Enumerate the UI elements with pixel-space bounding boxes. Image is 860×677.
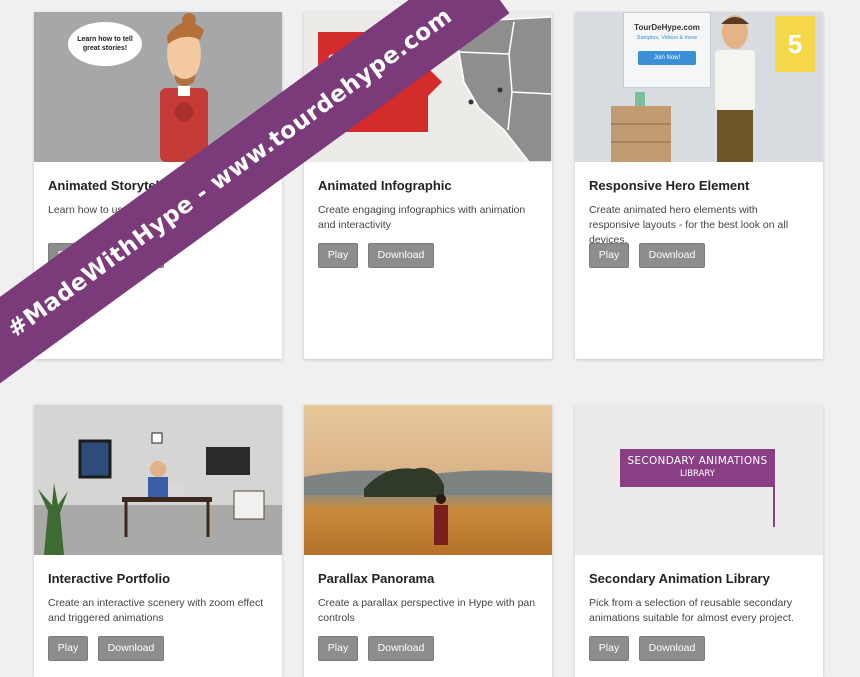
callout-arrow: [428, 68, 442, 96]
card-animated-storytelling: Learn how to tell great stories! Animate…: [34, 12, 282, 359]
card-title: Responsive Hero Element: [589, 178, 750, 193]
savanna-illustration: [304, 467, 552, 545]
thumbnail-animation-library[interactable]: SECONDARY ANIMATIONS LIBRARY: [575, 405, 823, 555]
thumbnail-portfolio[interactable]: [34, 405, 282, 555]
card-description: Create engaging infographics with animat…: [318, 204, 526, 231]
card-parallax-panorama: Parallax Panorama Create a parallax pers…: [304, 405, 552, 677]
card-responsive-hero: TourDeHype.com Samples, Videos & more Jo…: [575, 12, 823, 359]
thumbnail-storytelling[interactable]: Learn how to tell great stories!: [34, 12, 282, 162]
play-button[interactable]: Play: [48, 243, 88, 268]
thumbnail-panorama[interactable]: [304, 405, 552, 555]
download-button[interactable]: Download: [98, 636, 164, 661]
play-button[interactable]: Play: [48, 636, 88, 661]
download-button[interactable]: Download: [368, 636, 434, 661]
thumbnail-hero[interactable]: TourDeHype.com Samples, Videos & more Jo…: [575, 12, 823, 162]
download-button[interactable]: Download: [98, 243, 164, 268]
download-button[interactable]: Download: [639, 636, 705, 661]
card-animated-infographic: CLICK ONE OF THE STATE WITH ICON TO SEE …: [304, 12, 552, 359]
library-label-stem: [773, 487, 775, 527]
library-label: SECONDARY ANIMATIONS LIBRARY: [620, 449, 775, 487]
card-interactive-portfolio: Interactive Portfolio Create an interact…: [34, 405, 282, 677]
play-button[interactable]: Play: [589, 636, 629, 661]
play-button[interactable]: Play: [318, 636, 358, 661]
download-button[interactable]: Download: [368, 243, 434, 268]
state-callout: CLICK ONE OF THE STATE WITH ICON TO SEE …: [318, 32, 428, 132]
thumbnail-infographic[interactable]: CLICK ONE OF THE STATE WITH ICON TO SEE …: [304, 12, 552, 162]
office-illustration: [34, 432, 282, 555]
card-title: Secondary Animation Library: [589, 571, 770, 586]
card-description: Pick from a selection of reusable second…: [589, 597, 794, 624]
card-description: Create an interactive scenery with zoom …: [48, 597, 264, 624]
hero-illustration: [611, 15, 755, 162]
play-button[interactable]: Play: [318, 243, 358, 268]
card-secondary-animation-library: SECONDARY ANIMATIONS LIBRARY Secondary A…: [575, 405, 823, 677]
card-description: Create animated hero elements with respo…: [589, 204, 789, 246]
storyteller-illustration: [160, 13, 208, 162]
card-description: Learn how to use animations to bring: [48, 204, 221, 216]
card-title: Interactive Portfolio: [48, 571, 171, 586]
play-button[interactable]: Play: [589, 243, 629, 268]
download-button[interactable]: Download: [639, 243, 705, 268]
card-title: Parallax Panorama: [318, 571, 435, 586]
card-description: Create a parallax perspective in Hype wi…: [318, 597, 536, 624]
card-title: Animated Storytelling: [48, 178, 183, 193]
card-title: Animated Infographic: [318, 178, 452, 193]
